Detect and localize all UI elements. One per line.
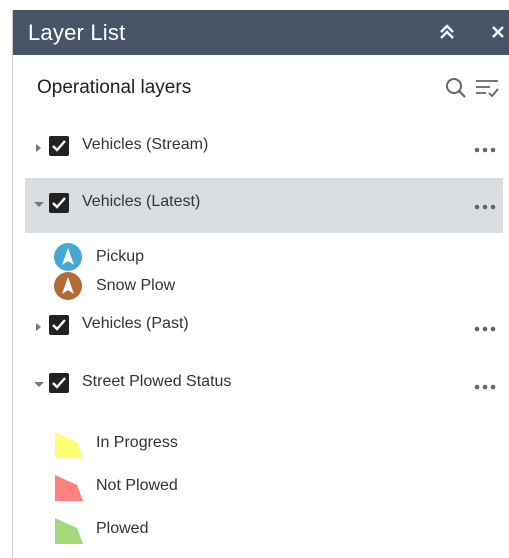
close-icon[interactable] (485, 19, 509, 45)
expand-caret-icon[interactable] (33, 320, 45, 332)
layer-label[interactable]: Vehicles (Latest) (82, 193, 200, 211)
legend-item-in-progress: In Progress (53, 428, 353, 458)
panel-title: Layer List (28, 19, 126, 45)
layer-visibility-checkbox[interactable] (49, 315, 69, 335)
collapse-caret-icon[interactable] (33, 378, 45, 390)
navigation-arrow-icon (54, 272, 82, 300)
legend-label: In Progress (96, 434, 178, 451)
legend-label: Plowed (96, 520, 149, 537)
more-options-icon[interactable] (473, 200, 499, 212)
legend-item-snow-plow: Snow Plow (53, 271, 353, 301)
legend-item-not-plowed: Not Plowed (53, 471, 353, 501)
layer-label[interactable]: Street Plowed Status (82, 373, 231, 391)
filter-list-icon[interactable] (474, 76, 502, 100)
polygon-swatch-icon (55, 518, 83, 544)
legend-item-plowed: Plowed (53, 514, 353, 544)
layer-row-street-plowed-status[interactable]: Street Plowed Status (25, 358, 503, 413)
layer-visibility-checkbox[interactable] (49, 136, 69, 156)
more-options-icon[interactable] (473, 143, 499, 155)
legend-label: Not Plowed (96, 477, 178, 494)
operational-layers-title: Operational layers (37, 77, 192, 98)
layer-row-vehicles-past[interactable]: Vehicles (Past) (25, 300, 503, 355)
more-options-icon[interactable] (473, 380, 499, 392)
legend-item-pickup: Pickup (53, 242, 353, 272)
panel-subheader: Operational layers (13, 55, 509, 121)
polygon-swatch-icon (55, 432, 83, 458)
legend-label: Snow Plow (96, 277, 176, 294)
more-options-icon[interactable] (473, 322, 499, 334)
panel-header: Layer List (13, 10, 509, 55)
layer-list-panel: Layer List Operational layers Vehicles (… (12, 10, 509, 558)
layer-label[interactable]: Vehicles (Past) (82, 315, 189, 333)
search-icon[interactable] (444, 76, 468, 100)
layer-row-vehicles-latest[interactable]: Vehicles (Latest) (25, 178, 503, 233)
polygon-swatch-icon (55, 475, 83, 501)
layer-row-vehicles-stream[interactable]: Vehicles (Stream) (25, 121, 503, 176)
layer-visibility-checkbox[interactable] (49, 193, 69, 213)
layer-label[interactable]: Vehicles (Stream) (82, 136, 208, 154)
legend-label: Pickup (96, 248, 145, 265)
navigation-arrow-icon (54, 243, 82, 271)
collapse-icon[interactable] (434, 19, 460, 45)
layer-visibility-checkbox[interactable] (49, 373, 69, 393)
collapse-caret-icon[interactable] (33, 198, 45, 210)
expand-caret-icon[interactable] (33, 141, 45, 153)
